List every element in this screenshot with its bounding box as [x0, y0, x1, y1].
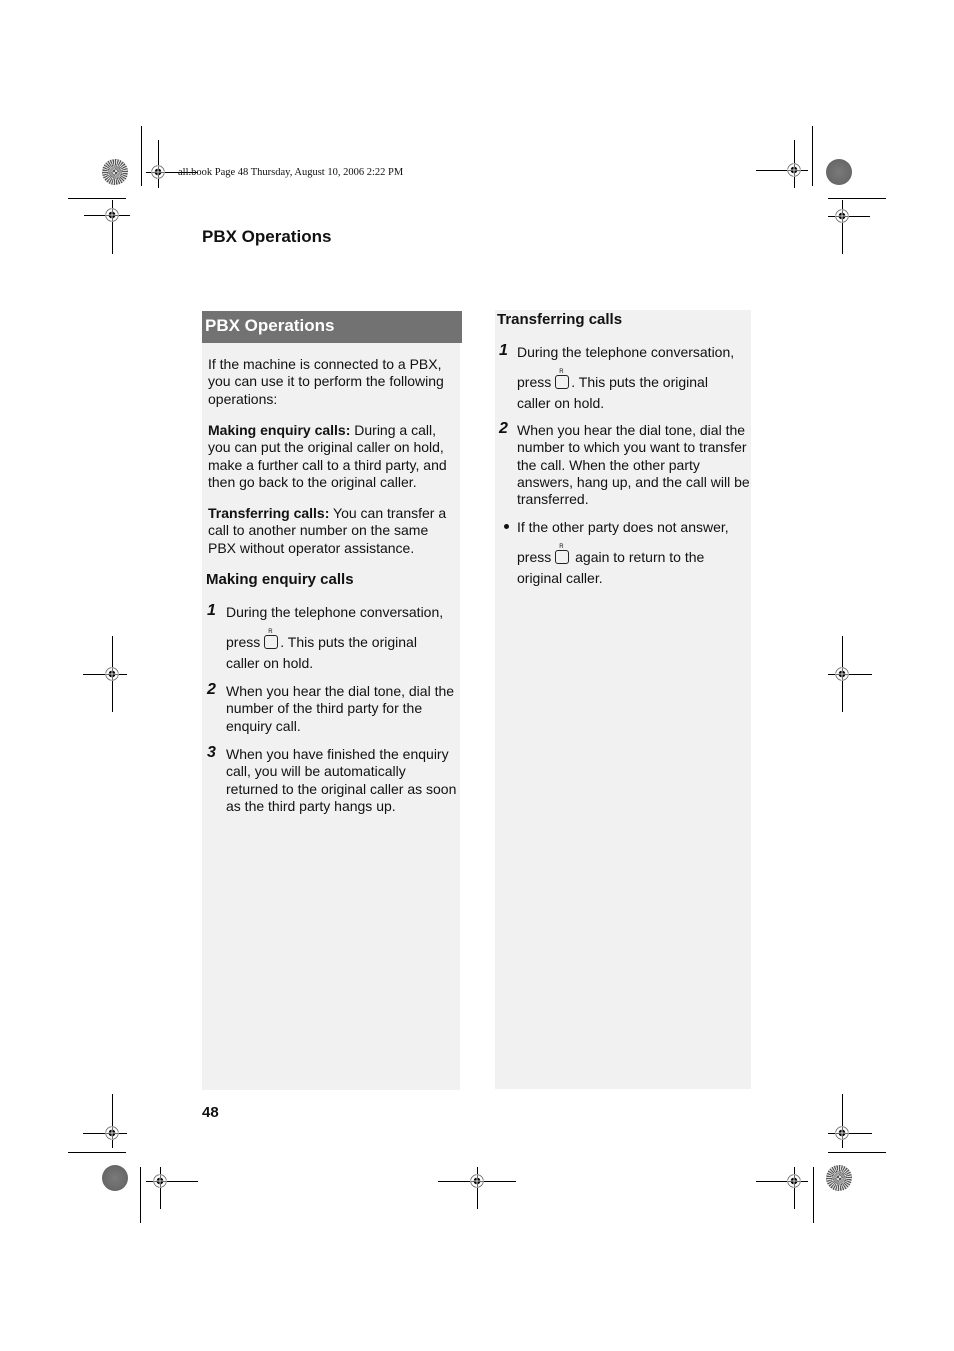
definition-enquiry: Making enquiry calls: During a call, you…: [208, 422, 460, 491]
color-target-icon: [102, 1165, 128, 1191]
step-number: 2: [499, 420, 508, 437]
print-slug: all.book Page 48 Thursday, August 10, 20…: [178, 167, 404, 178]
registration-mark-icon: [787, 163, 801, 177]
section-title: PBX Operations: [205, 316, 335, 335]
definition-term: Transferring calls:: [208, 505, 330, 521]
definition-transfer: Transferring calls: You can transfer a c…: [208, 505, 458, 557]
crop-mark: [158, 140, 159, 188]
running-head: PBX Operations: [202, 227, 332, 246]
r-key-icon: [264, 624, 279, 650]
note-text: original caller.: [517, 569, 603, 586]
section-title-bar: PBX Operations: [202, 311, 462, 343]
step-3: When you have finished the enquiry call,…: [226, 746, 457, 814]
step-number: 1: [207, 602, 216, 619]
crop-mark: [68, 1152, 126, 1153]
note-text: press: [517, 549, 552, 566]
step-1: During the telephone conversation, press…: [226, 604, 460, 672]
step-2: When you hear the dial tone, dial the nu…: [226, 683, 455, 734]
crop-mark: [68, 198, 126, 199]
registration-mark-icon: [151, 165, 165, 179]
crop-mark: [140, 1167, 141, 1223]
step-text: press: [517, 374, 552, 391]
step-1: During the telephone conversation, press…: [517, 344, 749, 412]
note: If the other party does not answer, pres…: [517, 519, 751, 587]
crop-mark: [141, 126, 142, 186]
step-text: . This puts the original: [280, 634, 417, 651]
registration-mark-icon: [153, 1174, 167, 1188]
registration-mark-icon: [105, 667, 119, 681]
note-text: If the other party does not answer,: [517, 519, 729, 535]
page-number: 48: [202, 1104, 219, 1121]
color-target-icon: [826, 1165, 852, 1191]
registration-mark-icon: [835, 667, 849, 681]
step-text: During the telephone conversation,: [517, 344, 735, 360]
step-number: 2: [207, 681, 216, 698]
crop-mark: [813, 1167, 814, 1223]
step-text: During the telephone conversation,: [226, 604, 444, 620]
step-text: caller on hold.: [226, 654, 314, 671]
step-number: 1: [499, 342, 508, 359]
r-key-icon: [555, 364, 570, 390]
step-text: caller on hold.: [517, 394, 605, 411]
subheading-transfer: Transferring calls: [497, 311, 623, 328]
r-key-icon: [555, 539, 570, 565]
registration-mark-icon: [835, 209, 849, 223]
crop-mark: [812, 126, 813, 186]
registration-mark-icon: [105, 208, 119, 222]
registration-mark-icon: [105, 1126, 119, 1140]
step-text: . This puts the original: [571, 374, 708, 391]
step-2: When you hear the dial tone, dial the nu…: [517, 422, 750, 508]
bullet-icon: [504, 524, 509, 529]
note-text: again to return to the: [571, 549, 705, 566]
step-text: press: [226, 634, 261, 651]
crop-mark: [828, 198, 886, 199]
step-number: 3: [207, 744, 216, 761]
crop-mark: [828, 1152, 886, 1153]
definition-term: Making enquiry calls:: [208, 422, 351, 438]
registration-mark-icon: [787, 1174, 801, 1188]
color-target-icon: [102, 159, 128, 185]
subheading-enquiry: Making enquiry calls: [206, 571, 354, 588]
registration-mark-icon: [470, 1174, 484, 1188]
intro-paragraph: If the machine is connected to a PBX, yo…: [208, 356, 444, 407]
color-target-icon: [826, 159, 852, 185]
registration-mark-icon: [835, 1126, 849, 1140]
